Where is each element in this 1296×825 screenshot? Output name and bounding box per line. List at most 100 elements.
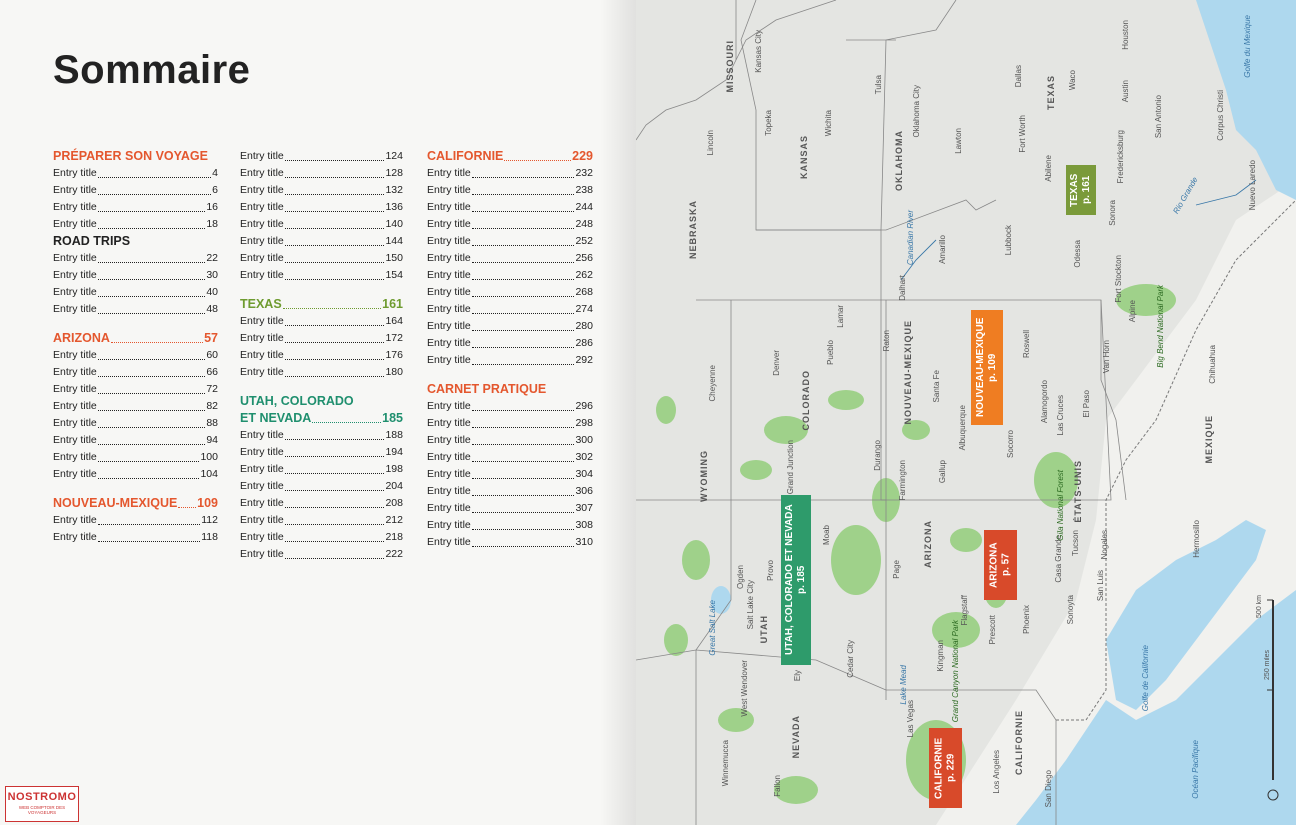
toc-entry[interactable]: Entry title 150 <box>240 250 403 267</box>
toc-entry[interactable]: Entry title 48 <box>53 301 218 318</box>
entry-page-number: 212 <box>385 514 403 526</box>
toc-entry[interactable]: Entry title 307 <box>427 500 593 517</box>
toc-entry[interactable]: Entry title 204 <box>240 478 403 495</box>
badge-nouveau-mexique[interactable]: NOUVEAU-MEXIQUE p. 109 <box>971 310 1003 425</box>
toc-entry[interactable]: Entry title 306 <box>427 483 593 500</box>
section-title: ROAD TRIPS <box>53 234 131 248</box>
toc-entry[interactable]: Entry title 256 <box>427 250 593 267</box>
section-title: CALIFORNIE <box>427 149 504 163</box>
toc-entry[interactable]: Entry title 212 <box>240 512 403 529</box>
dot-leader <box>284 427 385 440</box>
toc-entry[interactable]: Entry title 268 <box>427 284 593 301</box>
toc-entry[interactable]: Entry title 22 <box>53 250 218 267</box>
toc-entry[interactable]: Entry title 176 <box>240 347 403 364</box>
entry-page-number: 48 <box>206 303 218 315</box>
toc-entry[interactable]: Entry title 94 <box>53 432 218 449</box>
toc-entry[interactable]: Entry title 208 <box>240 495 403 512</box>
toc-entry[interactable]: Entry title 132 <box>240 182 403 199</box>
toc-entry[interactable]: Entry title 30 <box>53 267 218 284</box>
section-page-number: 109 <box>197 496 218 510</box>
toc-entry-last-line: Entry title 280 <box>427 318 593 335</box>
toc-entry[interactable]: Entry title 40 <box>53 284 218 301</box>
toc-entry[interactable]: Entry title 286 <box>427 335 593 352</box>
toc-entry[interactable]: Entry title 172 <box>240 330 403 347</box>
toc-entry[interactable]: Entry title 140 <box>240 216 403 233</box>
toc-entry[interactable]: Entry title 164 <box>240 313 403 330</box>
toc-entry[interactable]: Entry title 18 <box>53 216 218 233</box>
toc-entry[interactable]: Entry title 60 <box>53 347 218 364</box>
toc-entry[interactable]: Entry title 298 <box>427 415 593 432</box>
toc-entry[interactable]: Entry title 222 <box>240 546 403 563</box>
toc-entry[interactable]: Entry title 88 <box>53 415 218 432</box>
toc-section-heading[interactable]: ET NEVADA 185 <box>240 410 403 427</box>
toc-entry[interactable]: Entry title 112 <box>53 512 218 529</box>
section-page-number: 185 <box>382 411 403 425</box>
toc-entry-last-line: Entry title 136 <box>240 199 403 216</box>
toc-entry[interactable]: Entry title 82 <box>53 398 218 415</box>
toc-entry[interactable]: Entry title 100 <box>53 449 218 466</box>
toc-entry[interactable]: Entry title 144 <box>240 233 403 250</box>
toc-entry[interactable]: Entry title 66 <box>53 364 218 381</box>
toc-entry[interactable]: Entry title 296 <box>427 398 593 415</box>
toc-entry[interactable]: Entry title 248 <box>427 216 593 233</box>
toc-entry[interactable]: Entry title 292 <box>427 352 593 369</box>
toc-entry[interactable]: Entry title 180 <box>240 364 403 381</box>
badge-texas[interactable]: TEXAS p. 161 <box>1066 165 1096 215</box>
toc-section-heading[interactable]: CALIFORNIE 229 <box>427 148 593 165</box>
toc-entry-last-line: Entry title 88 <box>53 415 218 432</box>
toc-entry[interactable]: Entry title 280 <box>427 318 593 335</box>
dot-leader <box>471 466 575 479</box>
toc-entry[interactable]: Entry title 300 <box>427 432 593 449</box>
section-page-number: 57 <box>204 331 218 345</box>
badge-utah-colorado-nevada-label: UTAH, COLORADO ET NEVADA p. 185 <box>784 504 807 656</box>
toc-entry[interactable]: Entry title 118 <box>53 529 218 546</box>
toc-entry[interactable]: Entry title 252 <box>427 233 593 250</box>
toc-entry[interactable]: Entry title 154 <box>240 267 403 284</box>
toc-entry[interactable]: Entry title 304 <box>427 466 593 483</box>
toc-section-heading[interactable]: ROAD TRIPS <box>53 233 218 250</box>
toc-entry[interactable]: Entry title 218 <box>240 529 403 546</box>
toc-entry[interactable]: Entry title 198 <box>240 461 403 478</box>
toc-entry[interactable]: Entry title 124 <box>240 148 403 165</box>
page-gutter-shadow <box>600 0 640 825</box>
toc-entry[interactable]: Entry title 4 <box>53 165 218 182</box>
entry-page-number: 72 <box>206 383 218 395</box>
toc-entry[interactable]: Entry title 72 <box>53 381 218 398</box>
toc-section-heading[interactable]: UTAH, COLORADO <box>240 393 403 410</box>
toc-entry[interactable]: Entry title 6 <box>53 182 218 199</box>
toc-section-heading[interactable]: PRÉPARER SON VOYAGE <box>53 148 218 165</box>
entry-page-number: 302 <box>575 451 593 463</box>
toc-entry[interactable]: Entry title 244 <box>427 199 593 216</box>
city-label: Albuquerque <box>958 405 967 451</box>
toc-section-heading[interactable]: TEXAS 161 <box>240 296 403 313</box>
toc-entry[interactable]: Entry title 194 <box>240 444 403 461</box>
toc-entry-last-line: Entry title 144 <box>240 233 403 250</box>
entry-page-number: 172 <box>385 332 403 344</box>
badge-california[interactable]: CALIFORNIE p. 229 <box>929 728 962 808</box>
toc-entry[interactable]: Entry title 262 <box>427 267 593 284</box>
city-label: Page <box>892 560 901 579</box>
badge-arizona[interactable]: ARIZONA p. 57 <box>984 530 1017 600</box>
toc-entry[interactable]: Entry title 302 <box>427 449 593 466</box>
entry-page-number: 18 <box>206 218 218 230</box>
toc-entry[interactable]: Entry title 128 <box>240 165 403 182</box>
toc-entry[interactable]: Entry title 310 <box>427 534 593 551</box>
toc-entry[interactable]: Entry title 104 <box>53 466 218 483</box>
toc-entry-last-line: Entry title 48 <box>53 301 218 318</box>
toc-entry[interactable]: Entry title 136 <box>240 199 403 216</box>
toc-section-heading[interactable]: CARNET PRATIQUE <box>427 381 593 398</box>
city-label: San Antonio <box>1154 95 1163 139</box>
toc-entry[interactable]: Entry title 308 <box>427 517 593 534</box>
toc-entry[interactable]: Entry title 232 <box>427 165 593 182</box>
toc-entry[interactable]: Entry title 238 <box>427 182 593 199</box>
toc-entry[interactable]: Entry title 16 <box>53 199 218 216</box>
park-colorado-2 <box>828 390 864 410</box>
toc-section-heading[interactable]: ARIZONA 57 <box>53 330 218 347</box>
toc-section-heading[interactable]: NOUVEAU-MEXIQUE 109 <box>53 495 218 512</box>
toc-entry[interactable]: Entry title 274 <box>427 301 593 318</box>
toc-entry-last-line: Entry title 124 <box>240 148 403 165</box>
park-grand-canyon-label: Grand Canyon National Park <box>951 620 960 723</box>
badge-utah-colorado-nevada[interactable]: UTAH, COLORADO ET NEVADA p. 185 <box>781 495 811 665</box>
entry-page-number: 94 <box>206 434 218 446</box>
toc-entry[interactable]: Entry title 188 <box>240 427 403 444</box>
